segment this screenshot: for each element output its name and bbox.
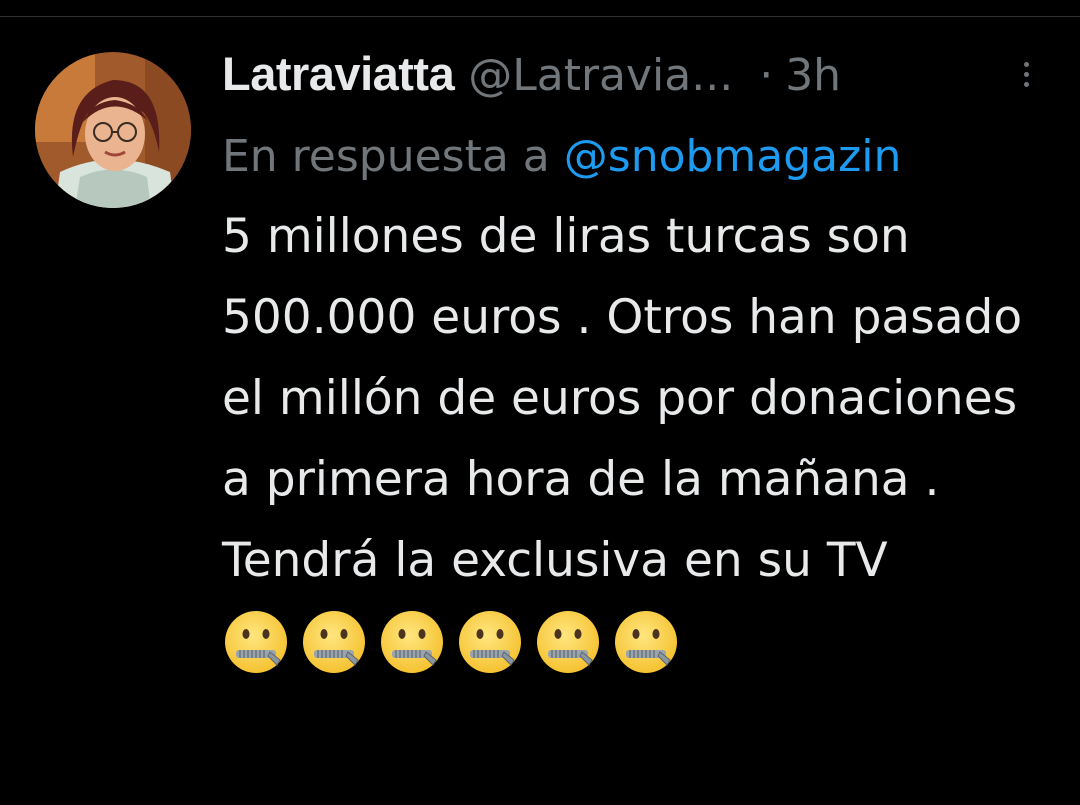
top-divider	[0, 0, 1080, 17]
emoji-row	[222, 607, 1057, 677]
reply-prefix: En respuesta a	[222, 131, 550, 182]
avatar-image	[35, 52, 191, 208]
zipper-mouth-face-icon	[612, 608, 680, 676]
display-name[interactable]: Latraviatta	[222, 46, 455, 101]
avatar[interactable]	[35, 52, 191, 208]
more-vertical-icon[interactable]	[1016, 58, 1036, 94]
zipper-mouth-face-icon	[456, 608, 524, 676]
tweet-header: Latraviatta @Latravia... · 3h	[222, 46, 1057, 116]
reply-context: En respuesta a @snobmagazin	[222, 126, 1057, 188]
reply-mention-link[interactable]: @snobmagazin	[564, 131, 902, 182]
user-handle[interactable]: @Latravia...	[468, 50, 733, 101]
zipper-mouth-face-icon	[300, 608, 368, 676]
separator-dot: ·	[759, 50, 774, 101]
timestamp[interactable]: 3h	[785, 50, 841, 101]
zipper-mouth-face-icon	[222, 608, 290, 676]
tweet-text: 5 millones de liras turcas son 500.000 e…	[222, 209, 1038, 588]
zipper-mouth-face-icon	[378, 608, 446, 676]
zipper-mouth-face-icon	[534, 608, 602, 676]
tweet-content: Latraviatta @Latravia... · 3h En respues…	[222, 46, 1057, 677]
